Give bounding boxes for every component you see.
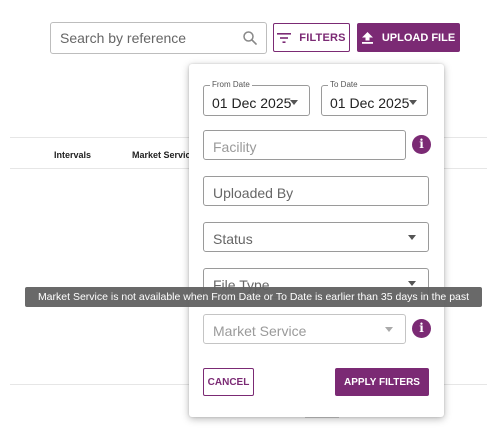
from-date-label: From Date xyxy=(210,80,252,90)
market-service-select[interactable]: Market Service xyxy=(203,314,406,344)
to-date-value: 01 Dec 2025 xyxy=(330,95,410,111)
to-date-label: To Date xyxy=(328,80,360,90)
chevron-down-icon xyxy=(290,100,298,105)
market-service-info-icon[interactable]: i xyxy=(412,319,431,338)
search-box[interactable] xyxy=(50,22,267,54)
uploaded-by-field[interactable]: Uploaded By xyxy=(203,176,429,206)
apply-filters-button[interactable]: APPLY FILTERS xyxy=(335,368,429,396)
from-date-picker[interactable]: From Date 01 Dec 2025 xyxy=(203,80,310,116)
upload-file-button[interactable]: UPLOAD FILE xyxy=(357,23,460,52)
column-header-market-service[interactable]: Market Service xyxy=(132,150,196,160)
facility-info-icon[interactable]: i xyxy=(412,135,431,154)
cancel-button[interactable]: CANCEL xyxy=(203,368,254,396)
uploaded-by-placeholder: Uploaded By xyxy=(213,185,294,201)
status-select[interactable]: Status xyxy=(203,222,429,252)
filter-lines-icon xyxy=(277,32,292,43)
chevron-down-icon xyxy=(409,100,417,105)
facility-field[interactable]: Facility xyxy=(203,130,406,160)
chevron-down-icon xyxy=(408,281,416,286)
to-date-picker[interactable]: To Date 01 Dec 2025 xyxy=(321,80,428,116)
filters-button-label: FILTERS xyxy=(299,31,346,44)
filters-button[interactable]: FILTERS xyxy=(273,23,350,52)
column-header-intervals[interactable]: Intervals xyxy=(54,150,91,160)
search-input[interactable] xyxy=(60,30,242,46)
search-icon[interactable] xyxy=(242,30,258,46)
upload-file-label: UPLOAD FILE xyxy=(381,31,456,44)
upload-arrow-icon xyxy=(361,31,373,44)
chevron-down-icon xyxy=(408,235,416,240)
market-service-label: Market Service xyxy=(213,323,307,339)
status-label: Status xyxy=(213,231,253,247)
chevron-down-icon xyxy=(385,327,393,332)
filter-panel: From Date 01 Dec 2025 To Date 01 Dec 202… xyxy=(189,64,444,417)
from-date-value: 01 Dec 2025 xyxy=(212,95,292,111)
facility-placeholder: Facility xyxy=(213,139,257,155)
market-service-tooltip: Market Service is not available when Fro… xyxy=(25,287,482,307)
